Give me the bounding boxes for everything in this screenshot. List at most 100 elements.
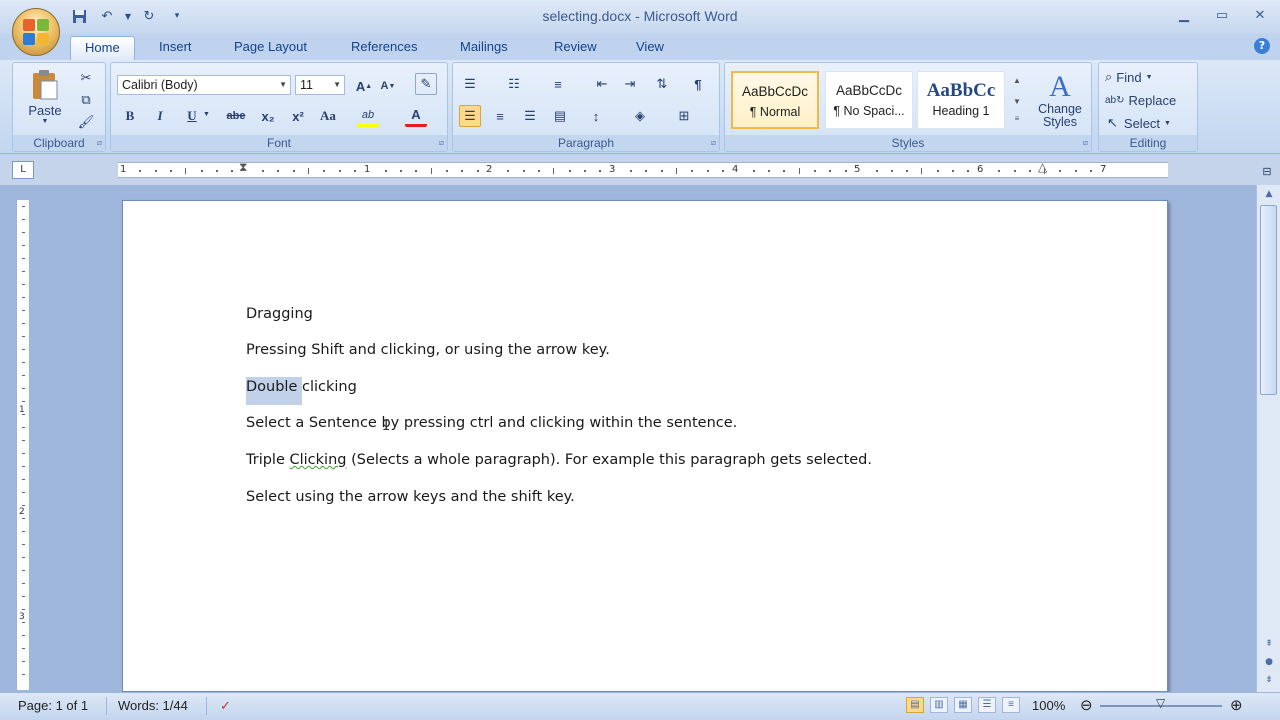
zoom-slider-thumb[interactable]: ▽ <box>1156 696 1166 714</box>
shrink-font-icon[interactable]: A ▼ <box>377 75 399 97</box>
chevron-down-icon[interactable]: ▼ <box>1013 97 1021 106</box>
tab-home[interactable]: Home <box>70 36 135 60</box>
outline-view-icon[interactable]: ☰ <box>978 697 996 713</box>
indent-marker-icon[interactable]: ⧗ <box>239 160 247 175</box>
help-icon[interactable]: ? <box>1254 38 1270 54</box>
previous-page-icon[interactable]: ⇞ <box>1261 637 1277 651</box>
zoom-out-icon[interactable]: ⊖ <box>1080 696 1093 714</box>
vertical-scrollbar[interactable]: ▲ ⇞ ● ⇟ <box>1256 185 1280 692</box>
zoom-level[interactable]: 100% <box>1032 698 1065 713</box>
chevron-down-icon[interactable]: ▼ <box>203 111 210 118</box>
dialog-launcher-icon[interactable]: ⧄ <box>97 138 102 148</box>
paragraph-3[interactable]: Double clicking <box>246 377 357 405</box>
style-no-spacing[interactable]: AaBbCcDc ¶ No Spaci... <box>825 71 913 129</box>
paragraph-4[interactable]: Select a Sentence by pressing ctrl and c… <box>246 415 737 431</box>
strikethrough-button[interactable]: abe <box>225 105 247 127</box>
justify-icon[interactable]: ▤ <box>549 105 571 127</box>
paragraph-6[interactable]: Select using the arrow keys and the shif… <box>246 489 575 505</box>
view-ruler-icon[interactable]: ⊟ <box>1258 163 1276 179</box>
line-spacing-icon[interactable]: ↕ <box>585 105 607 127</box>
tab-view[interactable]: View <box>622 36 678 60</box>
tab-mailings[interactable]: Mailings <box>446 36 522 60</box>
align-right-icon[interactable]: ☰ <box>519 105 541 127</box>
tab-page-layout[interactable]: Page Layout <box>220 36 321 60</box>
zoom-in-icon[interactable]: ⊕ <box>1230 696 1243 714</box>
tab-insert[interactable]: Insert <box>145 36 206 60</box>
bold-button[interactable]: B <box>119 105 141 127</box>
ruler-tick <box>22 648 25 649</box>
dialog-launcher-icon[interactable]: ⧄ <box>1083 138 1088 148</box>
chevron-down-icon[interactable]: ▼ <box>279 76 287 94</box>
chevron-up-icon[interactable]: ▲ <box>1013 76 1021 85</box>
paragraph-2[interactable]: Pressing Shift and clicking, or using th… <box>246 342 610 358</box>
grow-font-icon[interactable]: A ▲ <box>353 75 375 97</box>
multilevel-list-icon[interactable]: ≡ <box>547 73 569 95</box>
change-styles-button[interactable]: A Change Styles <box>1031 67 1089 133</box>
scroll-up-icon[interactable]: ▲ <box>1261 187 1277 201</box>
draft-view-icon[interactable]: ≡ <box>1002 697 1020 713</box>
bullets-icon[interactable]: ☰ <box>459 73 481 95</box>
full-screen-reading-icon[interactable]: ▥ <box>930 697 948 713</box>
font-size-combo[interactable]: 11 ▼ <box>295 75 345 95</box>
ruler-tick <box>752 170 755 172</box>
web-layout-icon[interactable]: ▦ <box>954 697 972 713</box>
replace-button[interactable]: ab↻ Replace <box>1105 90 1176 110</box>
paragraph-1[interactable]: Dragging <box>246 306 313 322</box>
ruler-number: 1 <box>120 164 127 175</box>
scroll-thumb[interactable] <box>1260 205 1277 395</box>
cut-icon[interactable]: ✂ <box>75 67 97 89</box>
more-styles-icon[interactable]: ≡ <box>1015 114 1020 123</box>
maximize-icon[interactable]: ▭ <box>1212 6 1232 24</box>
tab-selector-button[interactable]: L <box>12 161 34 179</box>
select-button[interactable]: ↖ Select ▼ <box>1107 113 1171 133</box>
minimize-icon[interactable]: ▁ <box>1174 6 1194 24</box>
document-page[interactable] <box>122 200 1168 692</box>
superscript-button[interactable]: x² <box>287 105 309 127</box>
dialog-launcher-icon[interactable]: ⧄ <box>711 138 716 148</box>
align-left-icon[interactable]: ☰ <box>459 105 481 127</box>
change-case-button[interactable]: Aa <box>317 105 339 127</box>
chevron-down-icon[interactable]: ▼ <box>333 76 341 94</box>
selected-text[interactable]: Double <box>246 377 302 405</box>
change-styles-icon: A <box>1049 70 1071 103</box>
clear-formatting-icon[interactable]: ✎ <box>415 73 437 95</box>
copy-icon[interactable]: ⧉ <box>75 89 97 111</box>
styles-scroll[interactable]: ▲ ▼ ≡ <box>1009 69 1025 129</box>
paragraph-5[interactable]: Triple Clicking (Selects a whole paragra… <box>246 452 872 468</box>
tab-references[interactable]: References <box>337 36 431 60</box>
decrease-indent-icon[interactable]: ⇤ <box>591 73 613 95</box>
align-center-icon[interactable]: ≡ <box>489 105 511 127</box>
office-button[interactable] <box>12 8 60 56</box>
shading-icon[interactable]: ◈ <box>629 105 651 127</box>
close-icon[interactable]: ✕ <box>1250 6 1270 24</box>
right-indent-marker-icon[interactable]: △ <box>1038 160 1047 174</box>
print-layout-view-icon[interactable]: ▤ <box>906 697 924 713</box>
dialog-launcher-icon[interactable]: ⧄ <box>439 138 444 148</box>
sort-icon[interactable]: ⇅ <box>651 73 673 95</box>
subscript-button[interactable]: x₂ <box>257 105 279 127</box>
font-color-button[interactable]: A <box>405 105 427 127</box>
underline-button[interactable]: U <box>181 105 203 127</box>
italic-button[interactable]: I <box>149 105 171 127</box>
horizontal-ruler[interactable]: 1 1 2 3 4 5 6 7 ⧗ △ <box>118 160 1168 178</box>
spelling-error-text[interactable]: Clicking <box>289 452 346 468</box>
show-formatting-button[interactable]: ¶ <box>687 73 709 95</box>
style-normal[interactable]: AaBbCcDc ¶ Normal <box>731 71 819 129</box>
highlight-button[interactable]: ab <box>357 105 379 127</box>
numbering-icon[interactable]: ☷ <box>503 73 525 95</box>
vertical-ruler[interactable]: 1 2 3 <box>16 200 30 690</box>
borders-icon[interactable]: ⊞ <box>673 105 695 127</box>
tab-review[interactable]: Review <box>540 36 611 60</box>
find-button[interactable]: ⌕ Find ▼ <box>1105 67 1153 87</box>
style-heading-1[interactable]: AaBbCc Heading 1 <box>917 71 1005 129</box>
word-count[interactable]: Words: 1/44 <box>118 698 188 713</box>
paste-button[interactable]: Paste ▼ <box>23 67 67 127</box>
increase-indent-icon[interactable]: ⇥ <box>619 73 641 95</box>
format-painter-icon[interactable]: 🖌 <box>75 111 97 133</box>
browse-object-icon[interactable]: ● <box>1261 655 1277 669</box>
font-name-combo[interactable]: Calibri (Body) ▼ <box>117 75 291 95</box>
page-count[interactable]: Page: 1 of 1 <box>18 698 88 713</box>
proofing-icon[interactable]: ✓ <box>220 698 231 714</box>
next-page-icon[interactable]: ⇟ <box>1261 673 1277 687</box>
ruler-tick <box>400 170 402 172</box>
